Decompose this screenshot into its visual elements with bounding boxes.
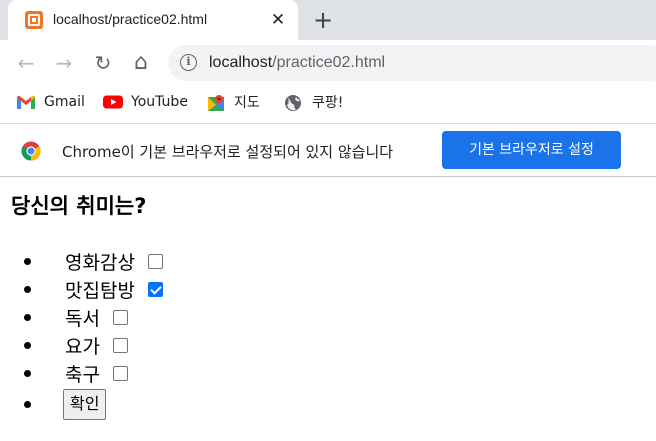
bookmark-youtube[interactable]: YouTube [103, 90, 188, 114]
list-item: 요가 [24, 331, 163, 359]
hobby-label: 독서 [65, 307, 100, 330]
browser-tab[interactable]: localhost/practice02.html ✕ [8, 0, 298, 40]
bookmark-label: 지도 [234, 95, 260, 111]
page-content: 당신의 취미는? 영화감상 맛집탐방 독서 요가 축구 확인 [0, 178, 656, 441]
hobby-label: 요가 [65, 335, 100, 358]
list-item: 축구 [24, 359, 163, 387]
list-item: 확인 [24, 387, 163, 421]
gmail-icon [16, 94, 36, 110]
url-path: /practice02.html [272, 54, 386, 71]
hobby-label: 축구 [65, 363, 100, 386]
bookmark-coupang[interactable]: 쿠팡! [284, 90, 343, 114]
address-bar[interactable]: i localhost/practice02.html [168, 45, 656, 81]
bookmark-label: Gmail [44, 94, 85, 110]
site-info-icon[interactable]: i [180, 54, 197, 71]
hobby-list: 영화감상 맛집탐방 독서 요가 축구 확인 [24, 247, 163, 421]
reload-icon[interactable]: ↻ [89, 49, 117, 77]
hobby-checkbox[interactable] [147, 281, 163, 297]
youtube-icon [103, 94, 123, 110]
tab-strip: localhost/practice02.html ✕ + [0, 0, 656, 40]
bookmarks-bar: Gmail YouTube 지도 쿠팡! [0, 86, 656, 118]
close-tab-icon[interactable]: ✕ [267, 9, 289, 31]
confirm-button[interactable]: 확인 [63, 388, 107, 420]
list-item: 독서 [24, 303, 163, 331]
new-tab-button[interactable]: + [309, 6, 337, 34]
set-default-browser-button[interactable]: 기본 브라우저로 설정 [442, 131, 621, 169]
hobby-checkbox[interactable] [112, 337, 128, 353]
list-item: 영화감상 [24, 247, 163, 275]
bookmark-label: 쿠팡! [312, 95, 344, 111]
home-icon[interactable]: ⌂ [127, 49, 155, 77]
bookmark-gmail[interactable]: Gmail [16, 90, 85, 114]
hobby-checkbox[interactable] [112, 365, 128, 381]
chrome-icon [21, 141, 41, 161]
url-host: localhost [209, 54, 273, 71]
page-heading: 당신의 취미는? [11, 194, 147, 218]
hobby-checkbox[interactable] [112, 309, 128, 325]
hobby-label: 영화감상 [65, 251, 135, 274]
tab-title: localhost/practice02.html [53, 11, 208, 27]
maps-icon [206, 94, 226, 111]
hobby-label: 맛집탐방 [65, 279, 135, 302]
list-item: 맛집탐방 [24, 275, 163, 303]
default-browser-infobar: Chrome이 기본 브라우저로 설정되어 있지 않습니다 기본 브라우저로 설… [0, 123, 656, 177]
forward-arrow-icon[interactable]: → [50, 49, 78, 77]
bookmark-label: YouTube [131, 94, 188, 110]
browser-toolbar: ← → ↻ ⌂ i localhost/practice02.html [0, 40, 656, 86]
hobby-checkbox[interactable] [147, 253, 163, 269]
bookmark-maps[interactable]: 지도 [206, 90, 260, 114]
back-arrow-icon[interactable]: ← [12, 49, 40, 77]
url-text[interactable]: localhost/practice02.html [209, 54, 385, 72]
infobar-message: Chrome이 기본 브라우저로 설정되어 있지 않습니다 [62, 143, 394, 161]
globe-icon [284, 94, 304, 111]
xampp-icon [25, 11, 43, 29]
